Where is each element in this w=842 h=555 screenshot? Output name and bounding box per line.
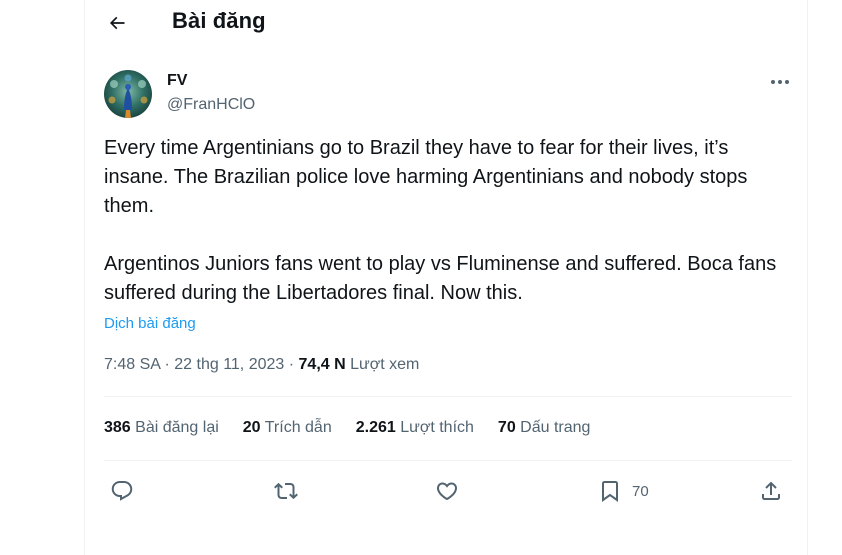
retweet-icon <box>274 482 298 500</box>
stat-label: Lượt thích <box>400 419 474 436</box>
share-icon <box>762 481 780 500</box>
back-button[interactable] <box>103 9 131 37</box>
share-button[interactable] <box>759 474 783 508</box>
reply-button[interactable] <box>110 474 134 508</box>
meta-separator: · <box>284 356 299 373</box>
tweet-paragraph: Every time Argentinians go to Brazil the… <box>104 137 748 217</box>
stat-label: Bài đăng lại <box>135 419 219 436</box>
post-column: Bài đăng FV @FranHClO Every time Argenti… <box>84 0 808 555</box>
arrow-left-icon <box>109 16 125 30</box>
reply-icon <box>111 481 133 501</box>
peacock-avatar-icon <box>104 70 152 118</box>
bookmark-count: 70 <box>632 482 649 500</box>
stat-count: 386 <box>104 419 131 436</box>
translate-post-link[interactable]: Dịch bài đăng <box>104 315 196 332</box>
more-options-button[interactable] <box>767 72 793 92</box>
stat-count: 2.261 <box>355 419 396 436</box>
author-name[interactable]: FV <box>167 72 187 90</box>
avatar[interactable] <box>104 70 152 118</box>
bookmark-button[interactable]: 70 <box>598 474 649 508</box>
post-date[interactable]: 22 thg 11, 2023 <box>174 356 284 373</box>
author-handle[interactable]: @FranHClO <box>167 96 255 114</box>
tweet-paragraph: Argentinos Juniors fans went to play vs … <box>104 253 777 304</box>
stat-quotes[interactable]: 20 Trích dẫn <box>243 419 332 437</box>
header: Bài đăng <box>85 0 807 50</box>
stat-count: 20 <box>242 419 261 436</box>
page-title: Bài đăng <box>172 8 266 33</box>
stat-reposts[interactable]: 386 Bài đăng lại <box>104 419 219 437</box>
post-stats: 386 Bài đăng lại 20 Trích dẫn 2.261 Lượt… <box>104 419 614 437</box>
post-meta: 7:48 SA · 22 thg 11, 2023 · 74,4 N Lượt … <box>104 356 419 374</box>
post-time[interactable]: 7:48 SA <box>104 356 160 373</box>
meta-separator: · <box>160 356 175 373</box>
stat-label: Trích dẫn <box>264 419 332 436</box>
bookmark-icon <box>602 481 618 502</box>
more-horizontal-icon <box>771 80 789 84</box>
divider <box>104 460 792 461</box>
tweet-text: Every time Argentinians go to Brazil the… <box>104 134 794 308</box>
stat-count: 70 <box>497 419 516 436</box>
heart-icon <box>436 482 458 501</box>
page: Bài đăng FV @FranHClO Every time Argenti… <box>0 0 842 555</box>
retweet-button[interactable] <box>274 474 298 508</box>
views-label: Lượt xem <box>350 356 420 373</box>
stat-bookmarks[interactable]: 70 Dấu trang <box>498 419 591 437</box>
stat-label: Dấu trang <box>520 419 591 436</box>
views-count: 74,4 N <box>298 356 346 373</box>
stat-likes[interactable]: 2.261 Lượt thích <box>356 419 474 437</box>
divider <box>104 396 792 397</box>
like-button[interactable] <box>435 474 459 508</box>
action-bar: 70 <box>104 474 792 508</box>
